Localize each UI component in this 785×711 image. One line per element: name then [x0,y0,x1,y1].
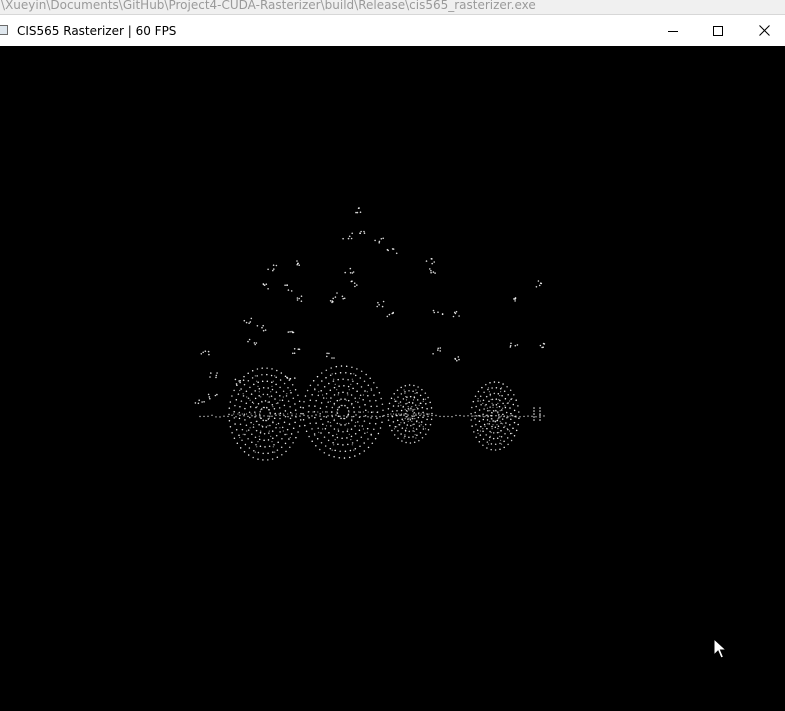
background-window-bar: :\Xueyin\Documents\GitHub\Project4-CUDA-… [0,0,785,14]
window-title: CIS565 Rasterizer | 60 FPS [17,24,177,38]
arrow-cursor-icon [713,638,727,659]
close-icon [758,25,770,36]
maximize-button[interactable] [695,15,741,46]
point-cloud-render [194,207,546,461]
window-titlebar[interactable]: CIS565 Rasterizer | 60 FPS [0,14,785,46]
close-button[interactable] [741,15,785,46]
minimize-icon [668,30,678,32]
background-window-path: :\Xueyin\Documents\GitHub\Project4-CUDA-… [0,0,536,12]
minimize-button[interactable] [650,15,696,46]
render-viewport[interactable] [0,46,785,711]
app-icon [0,25,8,35]
maximize-icon [713,25,723,36]
